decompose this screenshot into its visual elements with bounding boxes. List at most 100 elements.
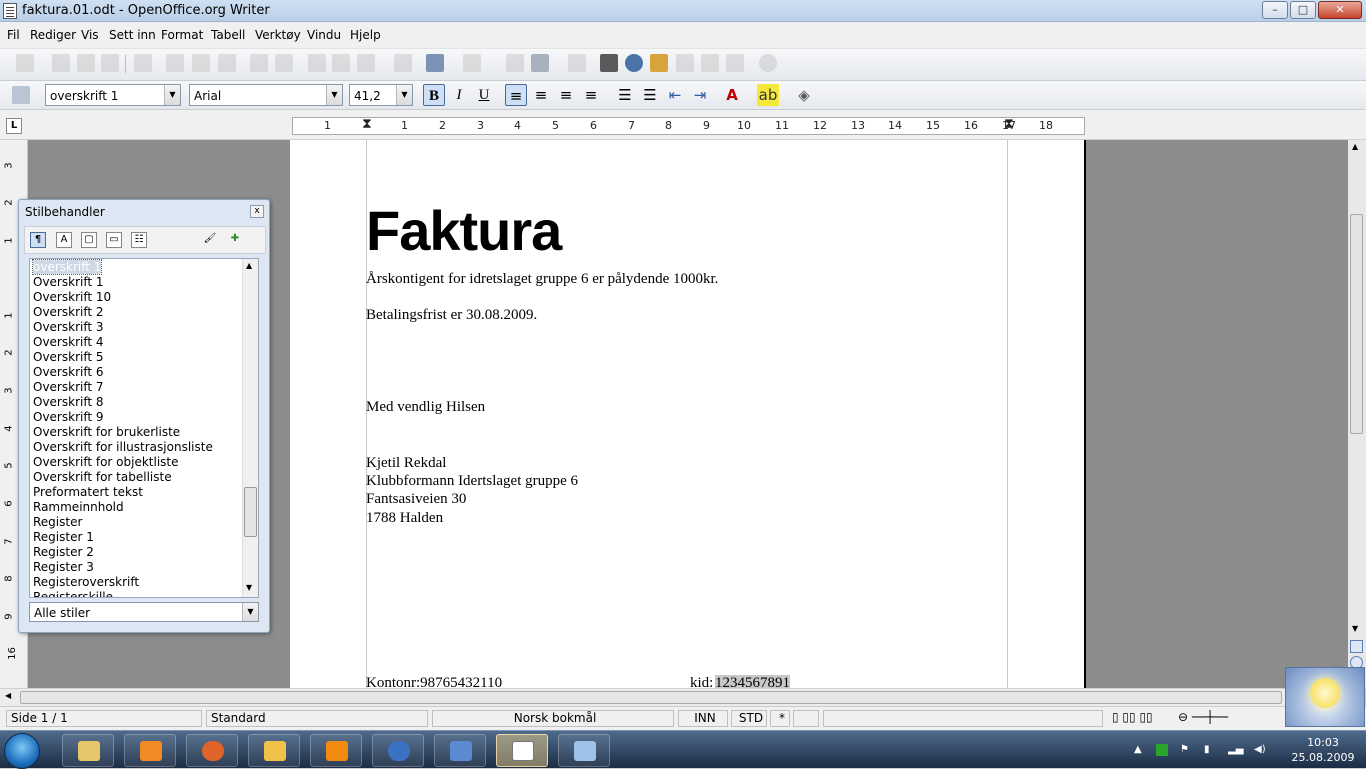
taskbar-paint[interactable] [558, 734, 610, 767]
status-page-style[interactable]: Standard [206, 710, 428, 727]
start-button[interactable] [4, 733, 40, 769]
style-item[interactable]: Register 3 [33, 560, 94, 574]
show-hidden-icons-icon[interactable]: ▲ [1134, 744, 1146, 756]
footer-kid-field[interactable]: 1234567891 [715, 675, 790, 688]
format-paintbrush-icon[interactable] [394, 54, 412, 72]
maximize-button[interactable]: □ [1290, 1, 1316, 19]
style-list-scroll-thumb[interactable] [244, 487, 257, 537]
tray-app-icon[interactable] [1156, 744, 1168, 756]
style-item[interactable]: Preformatert tekst [33, 485, 143, 499]
style-item[interactable]: Overskrift 10 [33, 290, 111, 304]
view-layout-icon[interactable]: ▯ ▯▯ ▯▯ [1108, 710, 1168, 727]
status-selection-mode[interactable]: STD [731, 710, 767, 727]
menu-vindu[interactable]: Vindu [307, 28, 341, 42]
font-size-combo[interactable]: 41,2 ▼ [349, 84, 413, 106]
style-filter-select[interactable]: Alle stiler ▼ [29, 602, 259, 622]
background-color-icon[interactable]: ◈ [793, 84, 815, 106]
scroll-down-icon[interactable]: ▼ [246, 583, 252, 592]
footer-account-number[interactable]: Kontonr:98765432110 [366, 675, 502, 688]
paragraph-styles-icon[interactable]: ¶ [30, 232, 46, 248]
menu-format[interactable]: Format [161, 28, 203, 42]
taskbar-thunderbird[interactable] [372, 734, 424, 767]
autospellcheck-icon[interactable] [275, 54, 293, 72]
style-item[interactable]: Overskrift 4 [33, 335, 104, 349]
style-item[interactable]: Overskrift 9 [33, 410, 104, 424]
document-line[interactable]: 1788 Halden [366, 510, 443, 527]
taskbar-email[interactable] [248, 734, 300, 767]
scroll-up-icon[interactable]: ▲ [1352, 142, 1358, 151]
styles-formatting-icon[interactable] [12, 86, 30, 104]
find-replace-icon[interactable] [600, 54, 618, 72]
bullets-icon[interactable]: ☰ [639, 84, 661, 106]
page-styles-icon[interactable]: ▭ [106, 232, 122, 248]
data-sources-icon[interactable] [676, 54, 694, 72]
action-center-icon[interactable]: ⚑ [1180, 744, 1192, 756]
status-signature[interactable] [793, 710, 819, 727]
style-item[interactable]: Overskrift for tabelliste [33, 470, 172, 484]
chevron-down-icon[interactable]: ▼ [396, 85, 412, 105]
status-language[interactable]: Norsk bokmål [432, 710, 674, 727]
taskbar-firefox[interactable] [186, 734, 238, 767]
minimize-button[interactable]: – [1262, 1, 1288, 19]
menu-tabell[interactable]: Tabell [211, 28, 245, 42]
status-page[interactable]: Side 1 / 1 [6, 710, 202, 727]
chevron-down-icon[interactable]: ▼ [326, 85, 342, 105]
close-button[interactable]: ✕ [1318, 1, 1362, 19]
highlighting-icon[interactable]: ab [757, 84, 779, 106]
document-heading[interactable]: Faktura [366, 198, 562, 263]
document-page[interactable]: Faktura Årskontigent for idretslaget gru… [290, 140, 1086, 688]
network-icon[interactable]: ▂▄ [1228, 744, 1243, 756]
font-color-icon[interactable]: A [721, 84, 743, 106]
align-left-button[interactable]: ≡ [505, 84, 527, 106]
style-item[interactable]: Rammeinnhold [33, 500, 124, 514]
hyperlink-icon[interactable] [506, 54, 524, 72]
menu-hjelp[interactable]: Hjelp [350, 28, 381, 42]
style-item[interactable]: Registerskille [33, 590, 113, 597]
previous-page-icon[interactable] [1350, 640, 1363, 653]
help-icon[interactable] [759, 54, 777, 72]
chevron-down-icon[interactable]: ▼ [242, 603, 258, 621]
document-line[interactable]: Kjetil Rekdal [366, 455, 446, 472]
tab-selector[interactable]: L [6, 118, 22, 134]
chevron-down-icon[interactable]: ▼ [164, 85, 180, 105]
menu-vis[interactable]: Vis [81, 28, 99, 42]
font-name-combo[interactable]: Arial ▼ [189, 84, 343, 106]
decrease-indent-icon[interactable]: ⇤ [664, 84, 686, 106]
email-icon[interactable] [101, 54, 119, 72]
style-item[interactable]: Overskrift for brukerliste [33, 425, 180, 439]
zoom-icon[interactable] [726, 54, 744, 72]
menu-fil[interactable]: Fil [7, 28, 20, 42]
taskbar-explorer[interactable] [62, 734, 114, 767]
export-pdf-icon[interactable] [166, 54, 184, 72]
copy-icon[interactable] [332, 54, 350, 72]
document-line[interactable]: Med vendlig Hilsen [366, 399, 485, 416]
stylist-close-icon[interactable]: x [250, 205, 264, 218]
right-indent-marker[interactable]: ⧗ [1004, 116, 1014, 132]
paste-icon[interactable] [357, 54, 375, 72]
print-icon[interactable] [192, 54, 210, 72]
justify-button[interactable]: ≡ [580, 84, 602, 106]
align-right-button[interactable]: ≡ [555, 84, 577, 106]
numbering-icon[interactable]: ☰ [614, 84, 636, 106]
gallery-icon[interactable] [650, 54, 668, 72]
style-item[interactable]: Overskrift 2 [33, 305, 104, 319]
document-line[interactable]: Klubbformann Idertslaget gruppe 6 [366, 473, 578, 490]
left-indent-marker[interactable]: ⧗ [362, 116, 372, 132]
status-insert-mode[interactable]: INN [678, 710, 728, 727]
weather-gadget[interactable] [1285, 667, 1365, 727]
style-item[interactable]: Overskrift for objektliste [33, 455, 179, 469]
formatting-marks-icon[interactable] [701, 54, 719, 72]
draw-functions-icon[interactable] [568, 54, 586, 72]
menu-verktoy[interactable]: Verktøy [255, 28, 301, 42]
clock[interactable]: 10:03 25.08.2009 [1290, 735, 1356, 765]
page-preview-icon[interactable] [218, 54, 236, 72]
status-modified[interactable]: * [770, 710, 790, 727]
document-line[interactable]: Betalingsfrist er 30.08.2009. [366, 307, 537, 324]
list-styles-icon[interactable]: ☷ [131, 232, 147, 248]
edit-file-icon[interactable] [134, 54, 152, 72]
vertical-scrollbar[interactable]: ▲ ▼ [1348, 140, 1366, 688]
menu-sett-inn[interactable]: Sett inn [109, 28, 156, 42]
style-item[interactable]: Register [33, 515, 82, 529]
style-item[interactable]: Overskrift 3 [33, 320, 104, 334]
volume-icon[interactable]: ◀) [1254, 744, 1266, 756]
